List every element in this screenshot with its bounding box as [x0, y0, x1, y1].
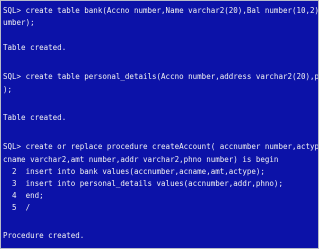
console-line: cname varchar2,amt number,addr varchar2,… — [3, 155, 279, 164]
console-line: 2 insert into bank values(accnumber,acna… — [3, 167, 265, 176]
console-line: SQL> create table bank(Accno number,Name… — [3, 6, 319, 15]
sql-console-window[interactable]: SQL> create table bank(Accno number,Name… — [0, 0, 319, 249]
console-line: SQL> create table personal_details(Accno… — [3, 72, 319, 81]
console-line: Procedure created. — [3, 231, 85, 240]
console-line: 4 end; — [3, 191, 44, 200]
console-line: umber); — [3, 18, 35, 27]
console-line: SQL> create or replace procedure createA… — [3, 142, 319, 151]
console-line: 3 insert into personal_details values(ac… — [3, 179, 283, 188]
console-output: SQL> create table bank(Accno number,Name… — [3, 3, 318, 248]
console-line: Table created. — [3, 43, 67, 52]
console-line: 5 / — [3, 203, 31, 212]
console-line: Table created. — [3, 113, 67, 122]
console-line: ); — [3, 85, 13, 94]
